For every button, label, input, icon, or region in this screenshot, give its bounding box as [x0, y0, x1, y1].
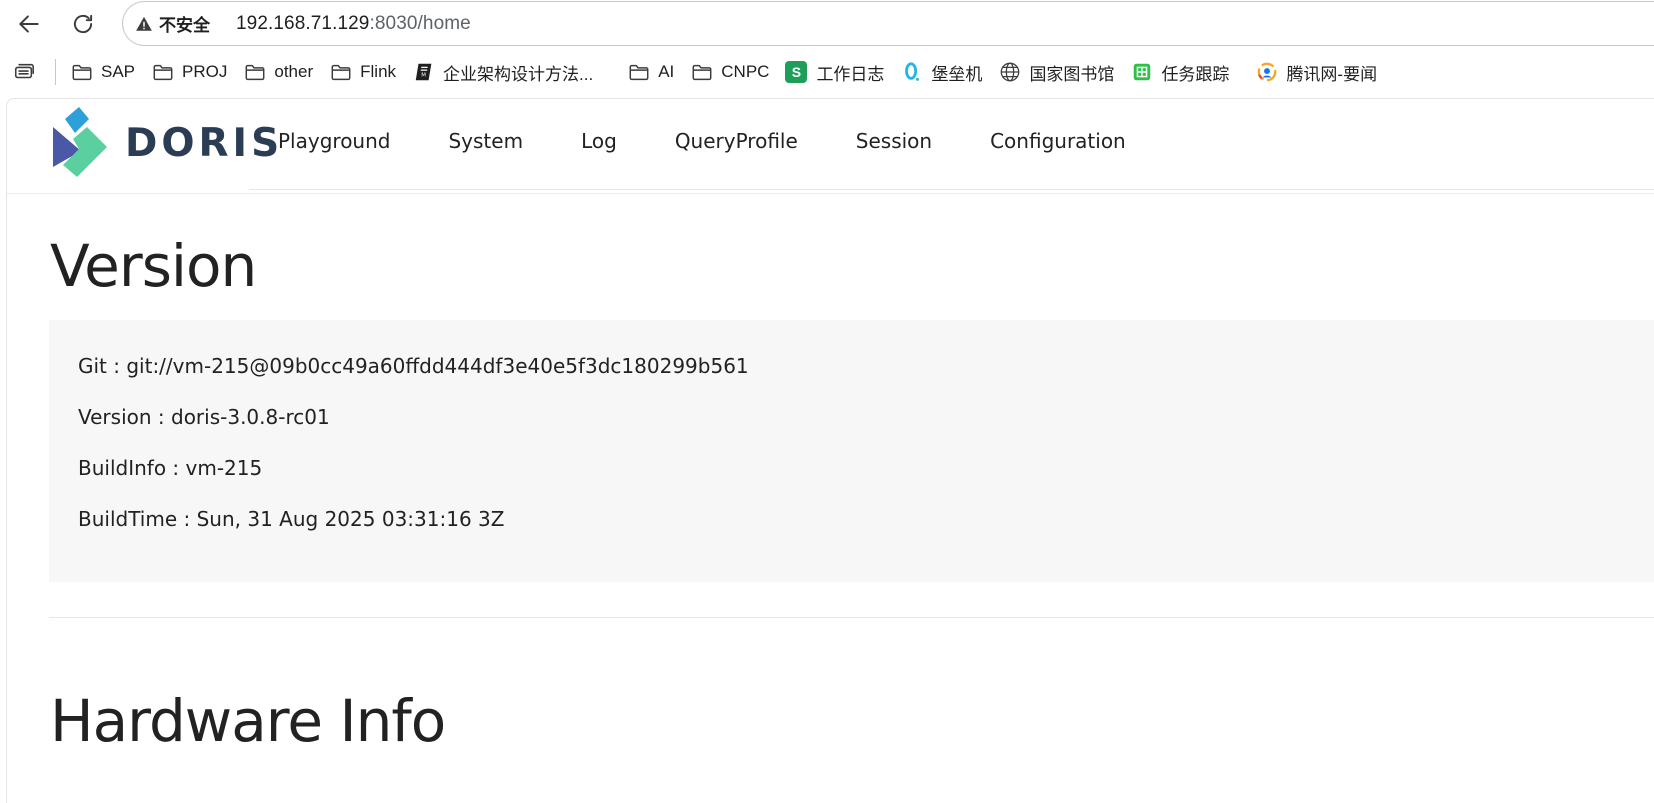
reload-button[interactable] [65, 6, 101, 42]
bookmark-label: PROJ [182, 62, 228, 81]
bookmark-label: 企业架构设计方法... [443, 64, 594, 84]
bookmark-label: 堡垒机 [931, 64, 983, 84]
logo-text: DORIS [125, 120, 284, 166]
security-status-label[interactable]: 不安全 [159, 11, 210, 36]
back-button[interactable] [11, 6, 47, 42]
bookmark-label: SAP [101, 62, 136, 81]
notebook-icon: M [415, 63, 432, 81]
nav-session[interactable]: Session [856, 129, 932, 153]
svg-text:M: M [421, 73, 426, 79]
folder-icon [692, 64, 712, 81]
header-divider [249, 189, 1654, 190]
tab-groups-icon [14, 63, 34, 79]
bookmarks-separator [55, 59, 56, 85]
buildinfo-info: BuildInfo : vm-215 [78, 456, 263, 480]
bookmark-flink[interactable]: Flink [321, 56, 404, 88]
nav-playground[interactable]: Playground [278, 129, 390, 153]
bookmark-ai[interactable]: AI [619, 56, 682, 88]
folder-icon [331, 64, 351, 81]
page-viewport: DORIS Playground System Log QueryProfile… [6, 98, 1654, 803]
bookmark-label: 工作日志 [816, 64, 885, 84]
sheet-s-icon: S [785, 61, 808, 83]
nav-log[interactable]: Log [581, 129, 617, 153]
arrow-left-icon [19, 15, 39, 33]
folder-icon [72, 64, 92, 81]
bastion-icon [905, 62, 920, 81]
version-info: Version : doris-3.0.8-rc01 [78, 405, 330, 429]
app-header: DORIS Playground System Log QueryProfile… [7, 99, 1654, 189]
bookmark-task-tracking[interactable]: 任务跟踪 [1122, 56, 1237, 88]
globe-icon [1001, 62, 1020, 82]
bookmark-other[interactable]: other [235, 56, 321, 88]
buildtime-info: BuildTime : Sun, 31 Aug 2025 03:31:16 3Z [78, 507, 505, 531]
hardware-info-heading: Hardware Info [50, 687, 446, 755]
header-shadow-line [7, 193, 1654, 194]
bookmark-sap[interactable]: SAP [62, 56, 143, 88]
folder-icon [153, 64, 173, 81]
reload-icon [73, 14, 93, 34]
folder-icon [629, 64, 649, 81]
bookmark-label: 任务跟踪 [1161, 64, 1230, 84]
bookmark-tencent-news[interactable]: 腾讯网-要闻 [1247, 56, 1385, 88]
browser-toolbar: 不安全 192.168.71.129:8030/home [0, 0, 1654, 48]
nav-configuration[interactable]: Configuration [990, 129, 1126, 153]
doris-logo[interactable]: DORIS [53, 107, 283, 179]
bookmark-label: AI [658, 62, 675, 81]
nav-queryprofile[interactable]: QueryProfile [675, 129, 798, 153]
bookmarks-bar: SAP PROJ other Flink M 企业架构设计方法... AI CN… [0, 48, 1654, 96]
tab-groups-button[interactable] [0, 56, 51, 88]
bookmark-national-library[interactable]: 国家图书馆 [990, 56, 1122, 88]
nav-system[interactable]: System [448, 129, 523, 153]
top-navigation: Playground System Log QueryProfile Sessi… [278, 129, 1184, 153]
folder-icon [245, 64, 265, 81]
bookmark-label: 国家图书馆 [1029, 64, 1115, 84]
bookmark-bastion[interactable]: 堡垒机 [892, 56, 990, 88]
bookmark-label: Flink [360, 62, 397, 81]
warning-icon[interactable] [135, 15, 153, 33]
version-heading: Version [50, 232, 257, 300]
url-text[interactable]: 192.168.71.129:8030/home [236, 13, 471, 35]
doris-logo-icon [53, 107, 107, 177]
bookmark-proj[interactable]: PROJ [143, 56, 235, 88]
bookmark-cnpc[interactable]: CNPC [682, 56, 777, 88]
bookmark-enterprise-architecture[interactable]: M 企业架构设计方法... [404, 56, 601, 88]
bookmark-work-log[interactable]: S 工作日志 [777, 56, 892, 88]
address-bar[interactable]: 不安全 192.168.71.129:8030/home [122, 1, 1654, 46]
grid-table-icon [1134, 63, 1151, 81]
version-info-box: Git : git://vm-215@09b0cc49a60ffdd444df3… [49, 320, 1654, 582]
url-host: 192.168.71.129 [236, 12, 370, 34]
git-info: Git : git://vm-215@09b0cc49a60ffdd444df3… [78, 354, 749, 378]
tencent-news-icon [1258, 62, 1277, 82]
bookmark-label: other [274, 62, 314, 81]
section-divider [49, 617, 1654, 618]
bookmark-label: CNPC [721, 62, 770, 81]
url-path: :8030/home [369, 12, 471, 34]
bookmark-label: 腾讯网-要闻 [1286, 64, 1378, 84]
